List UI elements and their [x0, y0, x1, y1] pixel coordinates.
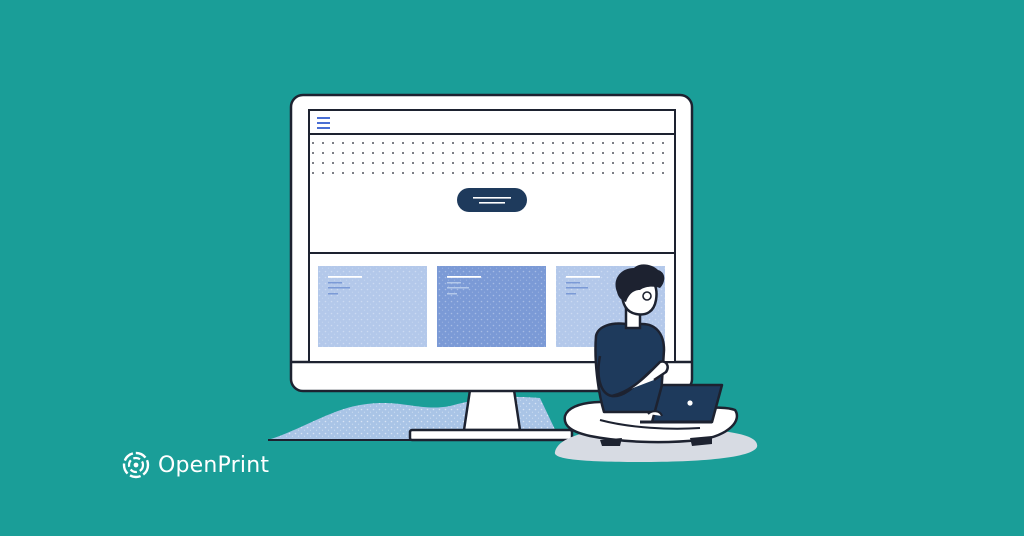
- hero-button: [457, 188, 527, 212]
- brand: OpenPrint: [122, 450, 269, 480]
- hamburger-menu-icon: [317, 117, 330, 129]
- brand-name: OpenPrint: [158, 452, 270, 478]
- card-2: [437, 266, 546, 347]
- openprint-logo-icon: [122, 451, 150, 479]
- card-1: [318, 266, 427, 347]
- hero-dotted-area: [312, 137, 672, 182]
